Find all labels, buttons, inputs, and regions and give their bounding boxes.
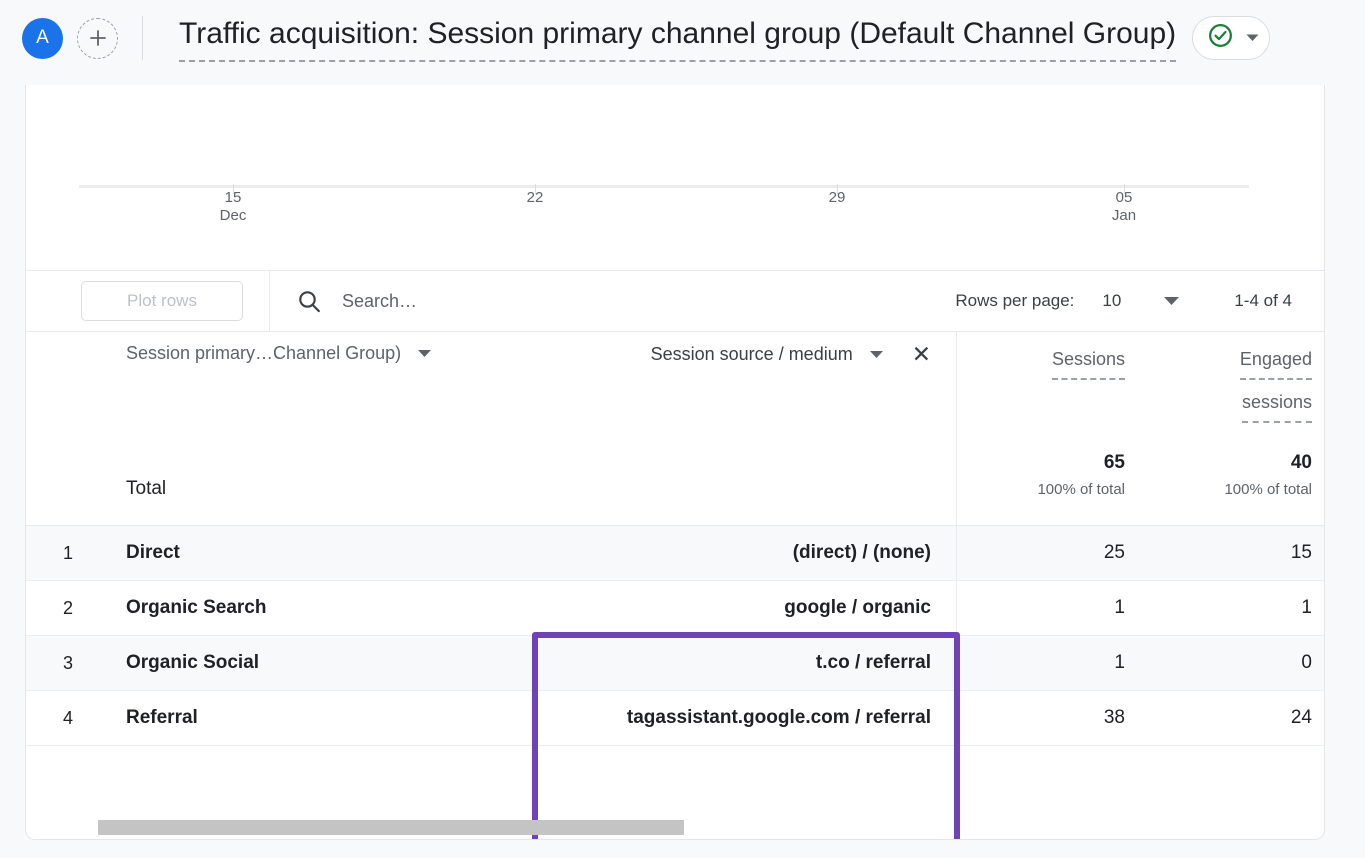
row-index: 3	[62, 652, 73, 673]
total-engaged-subtext: 100% of total	[1224, 481, 1312, 498]
metric-header-sessions[interactable]: Sessions	[956, 343, 1139, 380]
row-engaged-sessions: 0	[1301, 652, 1312, 673]
pagination-range: 1-4 of 4	[1234, 291, 1292, 310]
table-row[interactable]: 4 Referral tagassistant.google.com / ref…	[26, 691, 1324, 746]
plot-rows-button[interactable]: Plot rows	[81, 281, 243, 321]
x-axis-tick-label: 05 Jan	[1084, 189, 1164, 225]
search-input[interactable]	[342, 290, 956, 312]
search-box[interactable]	[296, 288, 956, 315]
plus-icon	[88, 28, 108, 48]
row-source-medium[interactable]: tagassistant.google.com / referral	[460, 707, 956, 729]
chevron-down-icon[interactable]	[869, 350, 884, 359]
chevron-down-icon[interactable]	[1163, 296, 1180, 306]
dimension-1-selector[interactable]: Session primary…Channel Group)	[110, 343, 460, 364]
tick-day: 22	[526, 189, 544, 206]
search-icon	[296, 288, 323, 315]
row-index: 1	[62, 542, 73, 563]
row-index: 4	[62, 707, 73, 728]
plot-rows-label: Plot rows	[127, 291, 197, 310]
report-card: 15 Dec 22 29 05 Jan Plot rows Search… Ro…	[25, 85, 1325, 840]
avatar-initial: A	[36, 27, 49, 48]
rows-per-page-value: 10	[1102, 291, 1122, 310]
row-source-medium[interactable]: t.co / referral	[460, 652, 956, 674]
toolbar-separator	[269, 270, 270, 332]
table-row[interactable]: 1 Direct (direct) / (none) 25 15	[26, 526, 1324, 581]
table-header-row: Session primary…Channel Group) Session s…	[26, 332, 1324, 452]
tick-day: 05	[1115, 189, 1133, 206]
row-sessions: 1	[1114, 652, 1125, 673]
dimension-1-label: Session primary…Channel Group)	[126, 343, 402, 363]
row-sessions: 25	[1103, 542, 1125, 563]
x-axis-tick-label: 29	[797, 189, 877, 207]
row-channel[interactable]: Direct	[110, 542, 460, 564]
page-title-wrapper: Traffic acquisition: Session primary cha…	[179, 14, 1177, 62]
total-sessions-cell: 65 100% of total	[956, 452, 1139, 498]
toolbar-divider	[142, 16, 143, 60]
x-axis-tick-label: 22	[495, 189, 575, 207]
metric-header-engaged-sessions[interactable]: Engaged sessions	[1139, 343, 1324, 423]
row-channel[interactable]: Organic Social	[110, 652, 460, 674]
row-source-medium[interactable]: google / organic	[460, 597, 956, 619]
remove-dimension-icon[interactable]: ✕	[912, 343, 931, 366]
dimension-2-selector[interactable]: Session source / medium ✕	[460, 343, 956, 366]
row-index: 2	[62, 597, 73, 618]
dimension-2-label: Session source / medium	[650, 344, 853, 364]
chevron-down-icon	[1246, 29, 1259, 47]
row-source-medium[interactable]: (direct) / (none)	[460, 542, 956, 564]
top-bar: A Traffic acquisition: Session primary c…	[0, 0, 1365, 76]
total-label-cell: Total	[110, 452, 460, 500]
status-badge[interactable]	[1192, 16, 1271, 60]
metric-header-sessions-label: Sessions	[1051, 343, 1125, 380]
chevron-down-icon[interactable]	[417, 349, 432, 358]
table-toolbar: Plot rows Rows per page: 10 1-4 of 4	[26, 270, 1324, 332]
metrics-column-divider	[956, 332, 957, 632]
page-title: Traffic acquisition: Session primary cha…	[179, 14, 1177, 62]
row-channel[interactable]: Organic Search	[110, 597, 460, 619]
row-engaged-sessions: 1	[1301, 597, 1312, 618]
check-circle-icon	[1207, 22, 1234, 54]
row-sessions: 38	[1103, 707, 1125, 728]
row-engaged-sessions: 15	[1290, 542, 1312, 563]
row-engaged-sessions: 24	[1290, 707, 1312, 728]
rows-per-page-control[interactable]: Rows per page: 10	[955, 291, 1180, 311]
tick-day: 15	[224, 189, 242, 206]
horizontal-scrollbar[interactable]	[26, 817, 1324, 839]
horizontal-scrollbar-thumb[interactable]	[98, 820, 684, 835]
chart-x-axis	[79, 185, 1249, 188]
x-axis-tick-label: 15 Dec	[193, 189, 273, 225]
avatar[interactable]: A	[22, 17, 63, 59]
row-sessions: 1	[1114, 597, 1125, 618]
rows-per-page-label: Rows per page:	[955, 291, 1075, 310]
tick-month: Dec	[219, 207, 247, 224]
add-comparison-button[interactable]	[77, 17, 118, 59]
total-sessions-subtext: 100% of total	[1037, 481, 1125, 498]
total-engaged-cell: 40 100% of total	[1139, 452, 1324, 498]
table-row[interactable]: 3 Organic Social t.co / referral 1 0	[26, 636, 1324, 691]
tick-day: 29	[828, 189, 846, 206]
tick-month: Jan	[1111, 207, 1137, 224]
total-sessions-value: 65	[1103, 452, 1125, 473]
data-table: Session primary…Channel Group) Session s…	[26, 332, 1324, 746]
metric-header-engaged-line1: Engaged	[1239, 343, 1312, 380]
table-total-row: Total 65 100% of total 40 100% of total	[26, 452, 1324, 526]
metric-header-engaged-line2: sessions	[1241, 386, 1312, 423]
time-series-chart: 15 Dec 22 29 05 Jan	[26, 85, 1324, 245]
total-label: Total	[126, 478, 167, 499]
table-row[interactable]: 2 Organic Search google / organic 1 1	[26, 581, 1324, 636]
total-engaged-value: 40	[1290, 452, 1312, 473]
row-channel[interactable]: Referral	[110, 707, 460, 729]
